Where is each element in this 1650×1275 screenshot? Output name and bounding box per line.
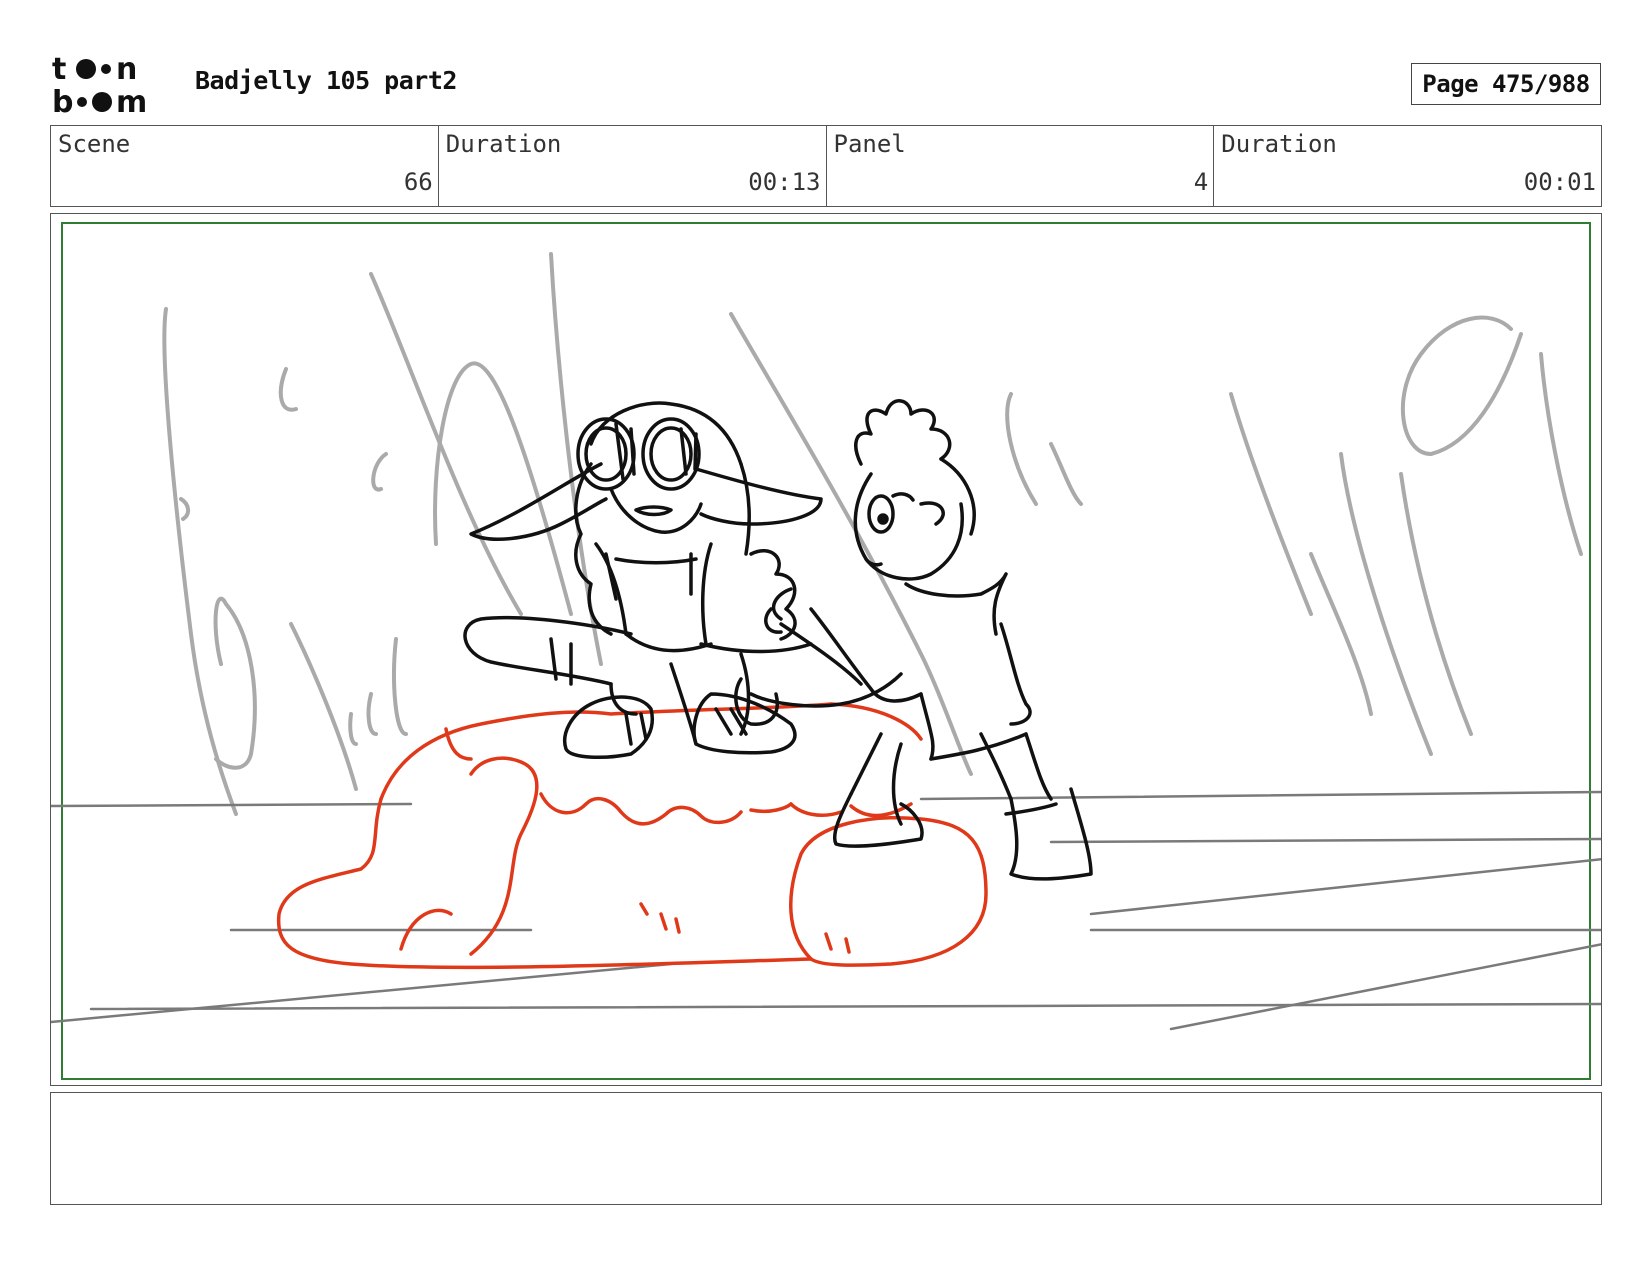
panel-notes-box [50, 1092, 1602, 1205]
panel-duration-value: 00:01 [1523, 168, 1596, 196]
storyboard-panel [50, 213, 1602, 1086]
scene-duration-cell: Duration 00:13 [439, 126, 827, 206]
svg-text:t: t [52, 52, 66, 87]
panel-duration-cell: Duration 00:01 [1214, 126, 1601, 206]
svg-text:b: b [52, 85, 73, 116]
page-indicator: Page 475/988 [1411, 63, 1601, 105]
panel-label: Panel [833, 130, 906, 158]
svg-text:m: m [116, 85, 147, 116]
ground-lines [51, 790, 1601, 1031]
panel-duration-label: Duration [1221, 130, 1337, 158]
background-sketch [162, 252, 1583, 816]
scene-value: 66 [403, 168, 433, 196]
scene-label: Scene [58, 130, 131, 158]
character-girl [463, 401, 823, 760]
panel-drawing [51, 222, 1601, 1080]
safe-frame [61, 222, 1591, 1080]
svg-text:n: n [116, 52, 137, 87]
scene-cell: Scene 66 [51, 126, 439, 206]
panel-value: 4 [1193, 168, 1209, 196]
scene-duration-value: 00:13 [748, 168, 821, 196]
panel-cell: Panel 4 [827, 126, 1215, 206]
document-title: Badjelly 105 part2 [195, 66, 457, 95]
toon-boom-logo: t n b m [52, 52, 147, 116]
scene-info-row: Scene 66 Duration 00:13 Panel 4 Duration… [50, 125, 1602, 207]
scene-duration-label: Duration [445, 130, 562, 158]
